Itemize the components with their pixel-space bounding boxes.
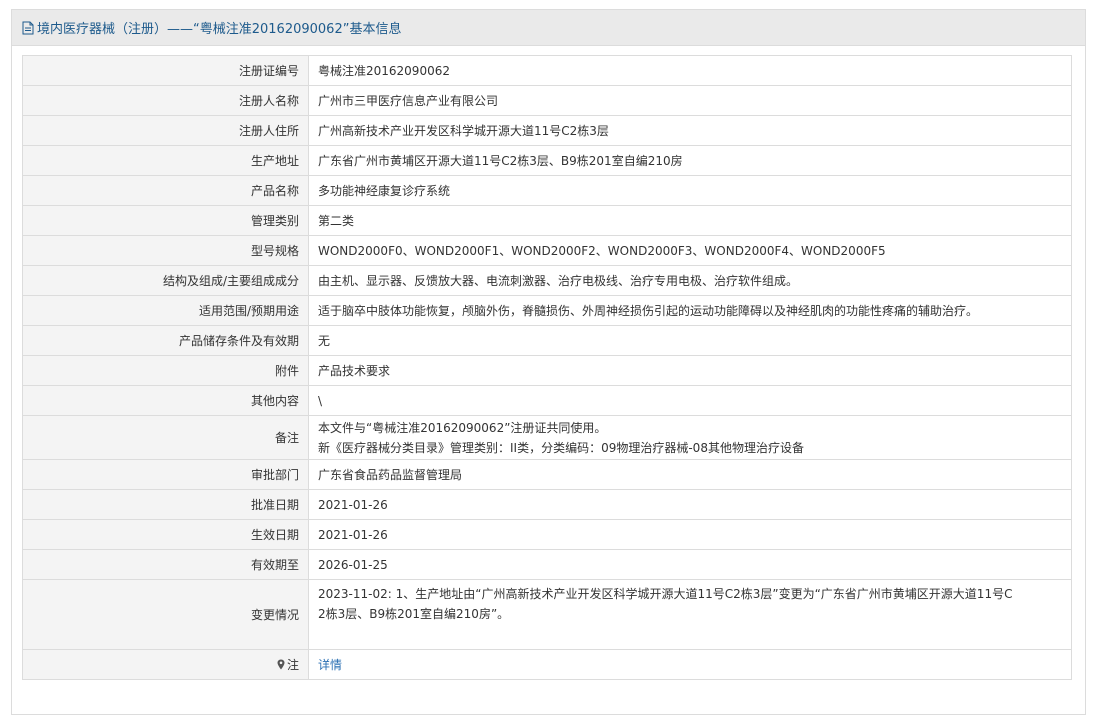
remark-line-1: 本文件与“粤械注准20162090062”注册证共同使用。 <box>318 420 607 435</box>
table-row: 附件 产品技术要求 <box>22 355 1072 386</box>
row-label: 型号规格 <box>22 235 309 266</box>
table-row: 结构及组成/主要组成成分 由主机、显示器、反馈放大器、电流刺激器、治疗电极线、治… <box>22 265 1072 296</box>
row-value: 2021-01-26 <box>308 489 1072 520</box>
info-table: 注册证编号 粤械注准20162090062 注册人名称 广州市三甲医疗信息产业有… <box>22 55 1072 680</box>
remark-line-2: 新《医疗器械分类目录》管理类别：II类，分类编码：09物理治疗器械-08其他物理… <box>318 440 804 455</box>
note-label-cell: 注 <box>22 649 309 680</box>
row-label: 生产地址 <box>22 145 309 176</box>
row-value: 粤械注准20162090062 <box>308 55 1072 86</box>
table-row: 生效日期 2021-01-26 <box>22 519 1072 550</box>
row-value: 由主机、显示器、反馈放大器、电流刺激器、治疗电极线、治疗专用电极、治疗软件组成。 <box>308 265 1072 296</box>
remark-label: 备注 <box>22 415 309 460</box>
table-row: 产品名称 多功能神经康复诊疗系统 <box>22 175 1072 206</box>
table-row: 审批部门 广东省食品药品监督管理局 <box>22 459 1072 490</box>
row-label: 结构及组成/主要组成成分 <box>22 265 309 296</box>
table-row: 注册人名称 广州市三甲医疗信息产业有限公司 <box>22 85 1072 116</box>
row-value: 广东省广州市黄埔区开源大道11号C2栋3层、B9栋201室自编210房 <box>308 145 1072 176</box>
page-title: 境内医疗器械（注册）——“粤械注准20162090062”基本信息 <box>37 22 402 37</box>
change-label: 变更情况 <box>22 579 309 650</box>
row-value: 适于脑卒中肢体功能恢复，颅脑外伤，脊髓损伤、外周神经损伤引起的运动功能障碍以及神… <box>308 295 1072 326</box>
row-value: 产品技术要求 <box>308 355 1072 386</box>
pin-icon <box>277 659 285 669</box>
table-row: 注册证编号 粤械注准20162090062 <box>22 55 1072 86</box>
remark-value: 本文件与“粤械注准20162090062”注册证共同使用。 新《医疗器械分类目录… <box>308 415 1072 460</box>
row-value: 第二类 <box>308 205 1072 236</box>
document-icon <box>22 21 34 34</box>
row-label: 产品名称 <box>22 175 309 206</box>
row-value: 广东省食品药品监督管理局 <box>308 459 1072 490</box>
remark-row: 备注 本文件与“粤械注准20162090062”注册证共同使用。 新《医疗器械分… <box>22 415 1072 460</box>
table-row: 管理类别 第二类 <box>22 205 1072 236</box>
row-label: 注册证编号 <box>22 55 309 86</box>
table-row: 产品储存条件及有效期 无 <box>22 325 1072 356</box>
row-label: 注册人住所 <box>22 115 309 146</box>
info-panel: 境内医疗器械（注册）——“粤械注准20162090062”基本信息 注册证编号 … <box>11 9 1086 715</box>
row-label: 有效期至 <box>22 549 309 580</box>
change-row: 变更情况 2023-11-02: 1、生产地址由“广州高新技术产业开发区科学城开… <box>22 579 1072 650</box>
row-label: 产品储存条件及有效期 <box>22 325 309 356</box>
table-row: 其他内容 \ <box>22 385 1072 416</box>
note-value: 详情 <box>308 649 1072 680</box>
row-label: 注册人名称 <box>22 85 309 116</box>
table-row: 批准日期 2021-01-26 <box>22 489 1072 520</box>
table-row: 生产地址 广东省广州市黄埔区开源大道11号C2栋3层、B9栋201室自编210房 <box>22 145 1072 176</box>
row-label: 批准日期 <box>22 489 309 520</box>
row-value: 2026-01-25 <box>308 549 1072 580</box>
row-label: 审批部门 <box>22 459 309 490</box>
panel-header: 境内医疗器械（注册）——“粤械注准20162090062”基本信息 <box>12 10 1085 46</box>
note-row: 注 详情 <box>22 649 1072 680</box>
row-label: 适用范围/预期用途 <box>22 295 309 326</box>
details-link[interactable]: 详情 <box>318 658 342 672</box>
row-value: \ <box>308 385 1072 416</box>
change-line-2: 2栋3层、B9栋201室自编210房”。 <box>318 607 510 621</box>
table-row: 有效期至 2026-01-25 <box>22 549 1072 580</box>
change-value: 2023-11-02: 1、生产地址由“广州高新技术产业开发区科学城开源大道11… <box>308 579 1072 650</box>
row-value: 2021-01-26 <box>308 519 1072 550</box>
row-label: 其他内容 <box>22 385 309 416</box>
row-value: 无 <box>308 325 1072 356</box>
row-value: 广州高新技术产业开发区科学城开源大道11号C2栋3层 <box>308 115 1072 146</box>
row-value: 广州市三甲医疗信息产业有限公司 <box>308 85 1072 116</box>
change-line-1: 2023-11-02: 1、生产地址由“广州高新技术产业开发区科学城开源大道11… <box>318 587 1013 601</box>
row-label: 管理类别 <box>22 205 309 236</box>
row-value: WOND2000F0、WOND2000F1、WOND2000F2、WOND200… <box>308 235 1072 266</box>
row-label: 生效日期 <box>22 519 309 550</box>
row-value: 多功能神经康复诊疗系统 <box>308 175 1072 206</box>
note-label: 注 <box>286 657 299 672</box>
row-label: 附件 <box>22 355 309 386</box>
table-row: 注册人住所 广州高新技术产业开发区科学城开源大道11号C2栋3层 <box>22 115 1072 146</box>
table-row: 型号规格 WOND2000F0、WOND2000F1、WOND2000F2、WO… <box>22 235 1072 266</box>
table-row: 适用范围/预期用途 适于脑卒中肢体功能恢复，颅脑外伤，脊髓损伤、外周神经损伤引起… <box>22 295 1072 326</box>
